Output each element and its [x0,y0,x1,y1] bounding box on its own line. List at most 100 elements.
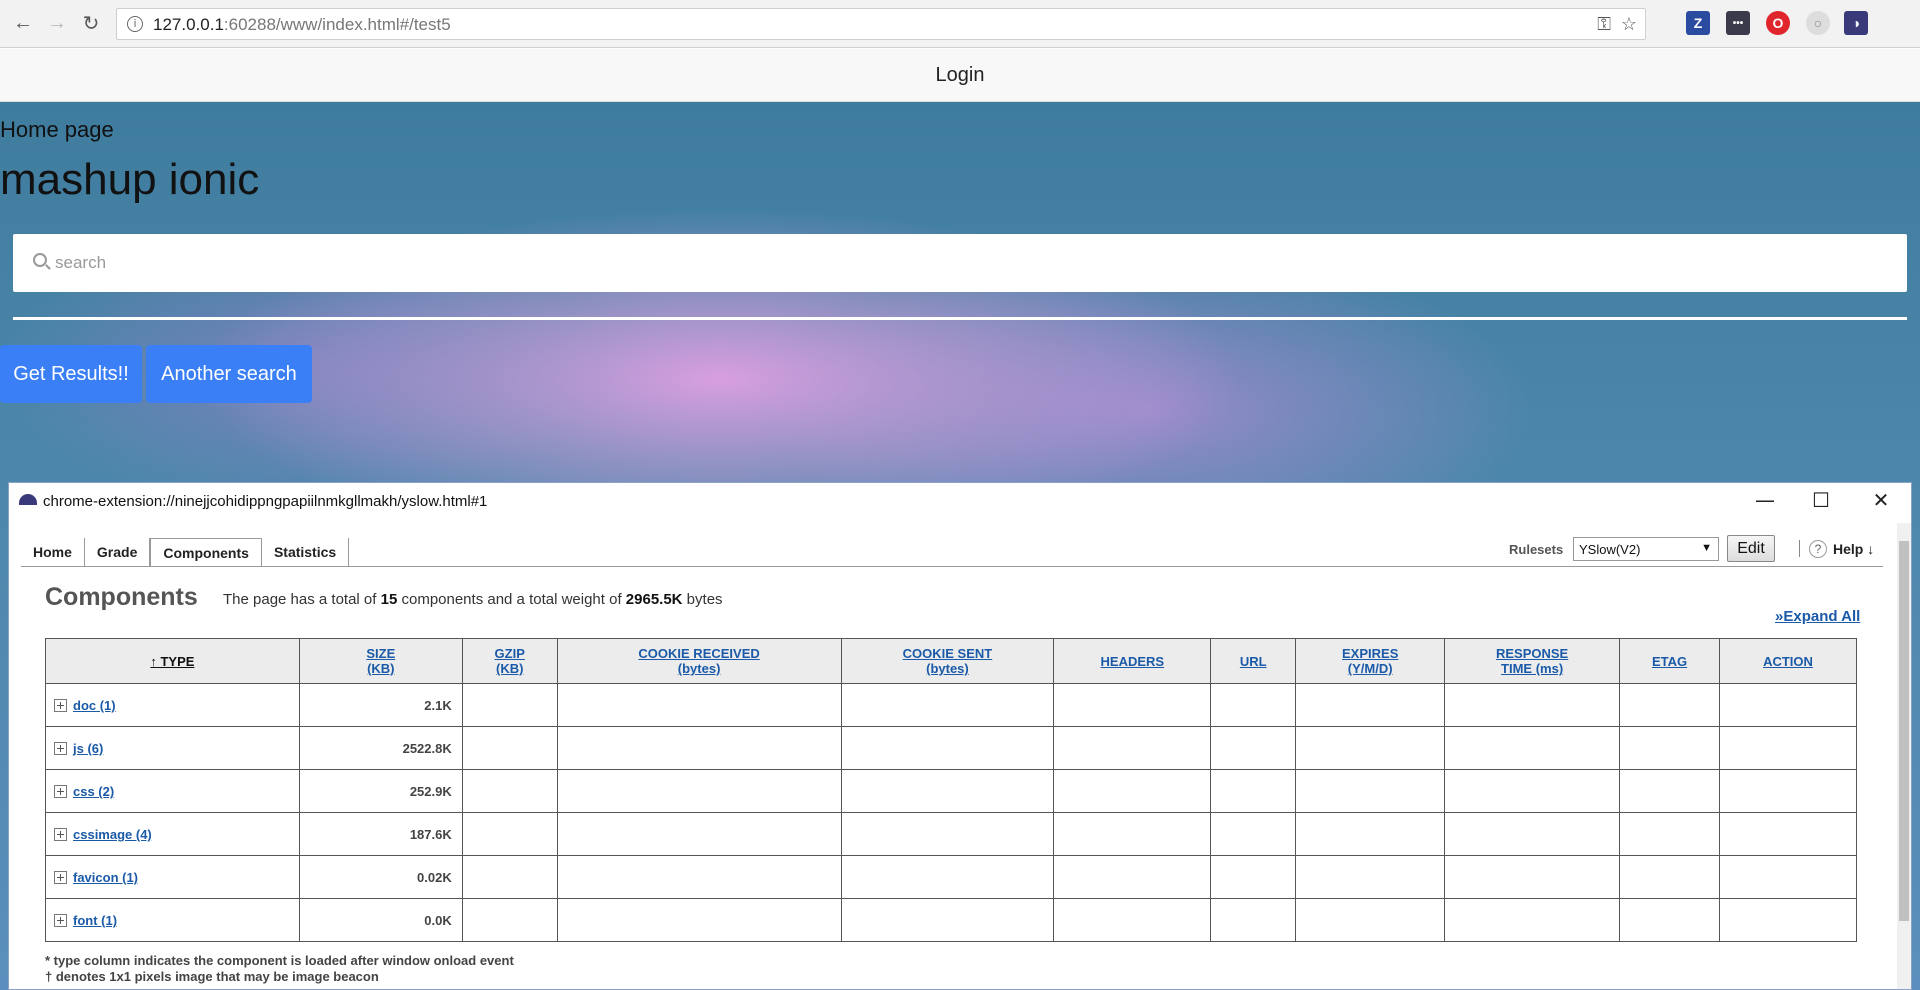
empty-cell [1719,769,1857,813]
expand-plus-icon[interactable] [54,699,67,713]
table-row: font (1) 0.0K [45,898,1857,942]
footnotes: * type column indicates the component is… [45,953,514,985]
get-results-button[interactable]: Get Results!! [0,345,142,403]
column-header[interactable]: ACTION [1719,638,1857,684]
info-icon[interactable]: i [127,16,143,32]
expand-plus-icon[interactable] [54,914,67,928]
type-cell: css (2) [45,769,300,813]
empty-cell [461,769,558,813]
column-header-label: COOKIE RECEIVED [638,646,760,661]
help-icon[interactable]: ? [1809,540,1827,558]
expand-plus-icon[interactable] [54,871,67,885]
empty-cell [1444,855,1621,899]
another-search-button[interactable]: Another search [146,345,312,403]
back-arrow-icon[interactable]: ← [10,10,36,36]
yslow-extension-icon[interactable]: ◑ [1844,11,1868,35]
edit-button[interactable]: Edit [1727,535,1775,562]
breadcrumb: Home page [0,117,114,142]
empty-cell [1210,812,1297,856]
expand-plus-icon[interactable] [54,742,67,756]
browser-toolbar: ← → ↻ i 127.0.0.1:60288/www/index.html#/… [0,0,1920,48]
yslow-window: chrome-extension://ninejjcohidippngpapii… [8,482,1912,990]
component-type-link[interactable]: cssimage (4) [73,827,152,842]
key-icon[interactable]: ⚿ [1597,14,1611,35]
expand-all-link[interactable]: »Expand All [1775,608,1860,625]
empty-cell [840,683,1055,727]
column-header-label: (Y/M/D) [1347,661,1393,676]
nav-bar: Login [0,49,1920,102]
empty-cell [556,812,842,856]
opera-extension-icon[interactable]: O [1766,11,1790,35]
empty-cell [461,855,558,899]
window-titlebar[interactable]: chrome-extension://ninejjcohidippngpapii… [9,483,1911,519]
zotero-extension-icon[interactable]: Z [1686,11,1710,35]
table-row: favicon (1) 0.02K [45,855,1857,899]
column-header[interactable]: COOKIE RECEIVED (bytes) [556,638,842,684]
footnote-beacon: † denotes 1x1 pixels image that may be i… [45,969,379,984]
column-header[interactable]: ETAG [1619,638,1720,684]
separator [1799,540,1800,557]
column-header-type[interactable]: ↑ TYPE [45,638,300,684]
column-header-label: ↑ TYPE [150,653,195,669]
empty-cell [1053,683,1212,727]
yslow-logo-icon [19,494,37,505]
tab-statistics[interactable]: Statistics [262,538,350,567]
search-bar[interactable] [13,234,1907,292]
empty-cell [840,812,1055,856]
component-type-link[interactable]: js (6) [73,741,103,756]
column-header-label: ACTION [1763,653,1813,669]
column-header[interactable]: RESPONSE TIME (ms) [1444,638,1621,684]
empty-cell [1053,898,1212,942]
page-title: mashup ionic [0,155,260,204]
empty-cell [840,898,1055,942]
component-type-link[interactable]: css (2) [73,784,114,799]
type-cell: favicon (1) [45,855,300,899]
rulesets-select[interactable]: YSlow(V2) ▼ [1573,537,1719,561]
scrollbar-thumb[interactable] [1899,541,1909,921]
column-header[interactable]: COOKIE SENT (bytes) [840,638,1055,684]
empty-cell [1719,812,1857,856]
search-input[interactable] [55,250,1855,276]
column-header[interactable]: GZIP (KB) [461,638,558,684]
extension-icon[interactable]: ••• [1726,11,1750,35]
column-header[interactable]: EXPIRES (Y/M/D) [1295,638,1446,684]
type-cell: font (1) [45,898,300,942]
tab-components[interactable]: Components [150,538,262,567]
empty-cell [1295,683,1446,727]
address-bar[interactable]: i 127.0.0.1:60288/www/index.html#/test5 … [116,8,1646,40]
star-icon[interactable]: ☆ [1621,14,1637,35]
empty-cell [1295,898,1446,942]
maximize-icon[interactable]: ☐ [1801,487,1841,513]
empty-cell [461,898,558,942]
column-header-label: GZIP [494,646,525,661]
column-header[interactable]: HEADERS [1053,638,1212,684]
forward-arrow-icon[interactable]: → [44,10,70,36]
scrollbar[interactable] [1897,523,1911,989]
tab-grade[interactable]: Grade [85,538,151,567]
empty-cell [1719,726,1857,770]
column-header[interactable]: URL [1210,638,1297,684]
help-link[interactable]: Help ↓ [1833,541,1874,557]
minimize-icon[interactable]: — [1745,487,1785,513]
column-header[interactable]: SIZE (KB) [298,638,463,684]
component-type-link[interactable]: favicon (1) [73,870,138,885]
reload-icon[interactable]: ↻ [78,10,104,36]
close-icon[interactable]: ✕ [1861,487,1901,513]
empty-cell [556,726,842,770]
search-icon [33,253,47,267]
circle-extension-icon[interactable]: ○ [1806,11,1830,35]
window-url: chrome-extension://ninejjcohidippngpapii… [43,493,488,510]
expand-plus-icon[interactable] [54,785,67,799]
component-type-link[interactable]: font (1) [73,913,117,928]
column-header-label: (KB) [367,661,395,676]
table-row: css (2) 252.9K [45,769,1857,813]
empty-cell [1053,726,1212,770]
yslow-tabs: Home Grade Components Statistics [21,537,350,567]
empty-cell [1619,898,1720,942]
table-row: js (6) 2522.8K [45,726,1857,770]
expand-plus-icon[interactable] [54,828,67,842]
components-summary: The page has a total of 15 components an… [223,591,723,608]
component-type-link[interactable]: doc (1) [73,698,116,713]
dropdown-arrow-icon: ▼ [1701,542,1712,554]
tab-home[interactable]: Home [21,538,85,567]
